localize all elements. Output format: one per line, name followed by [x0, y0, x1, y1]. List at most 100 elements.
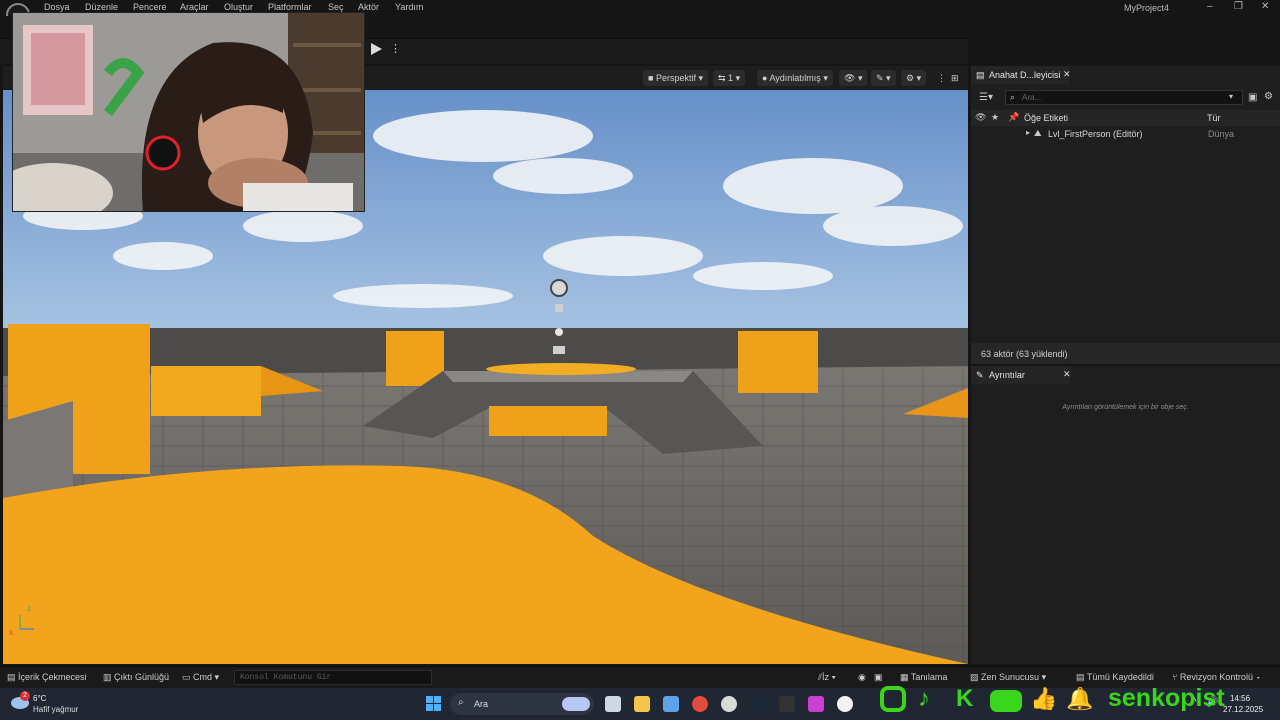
- clock-time[interactable]: 14:56: [1230, 694, 1250, 703]
- taskbar-search[interactable]: ⌕ Ara: [450, 693, 594, 715]
- outliner-close-icon[interactable]: ✕: [1063, 69, 1071, 80]
- weather-icon[interactable]: 2: [10, 691, 30, 711]
- zen-label: Zen Sunucusu: [981, 672, 1040, 682]
- webcam-image: [13, 13, 364, 211]
- table-row[interactable]: ▸ ⛰ Lvl_FirstPerson (Editör) Dünya: [971, 126, 1280, 141]
- instagram-icon: [880, 686, 906, 712]
- menu-dosya[interactable]: Dosya: [44, 2, 70, 12]
- search-placeholder: Ara...: [1022, 93, 1042, 102]
- console-input[interactable]: Konsol Komutunu Gir: [234, 670, 432, 685]
- cmd-label: Cmd: [193, 672, 213, 682]
- unreal-engine-icon[interactable]: [837, 696, 853, 712]
- perspective-dropdown[interactable]: ■ Perspektif ▾: [643, 70, 708, 86]
- epic-games-icon[interactable]: [779, 696, 795, 712]
- status-bar: ▤ İçerik Çekmecesi ▥ Çıktı Günlüğü ▭ Cmd…: [0, 666, 1280, 688]
- menu-araclar[interactable]: Araçlar: [180, 2, 209, 12]
- outliner-settings-icon[interactable]: ⚙: [1264, 91, 1273, 102]
- menu-platformlar[interactable]: Platformlar: [268, 2, 312, 12]
- github-icon[interactable]: [721, 696, 737, 712]
- more-options-icon[interactable]: ⋮: [390, 42, 401, 56]
- output-log-button[interactable]: ▥ Çıktı Günlüğü: [103, 672, 169, 683]
- revision-label: Revizyon Kontrolü: [1179, 672, 1253, 682]
- eye-icon: 👁: [844, 73, 856, 83]
- steam-icon[interactable]: [750, 696, 766, 712]
- expand-arrow-icon[interactable]: ▸: [1026, 128, 1030, 137]
- zen-icon: ▨: [970, 672, 982, 682]
- snap-dropdown[interactable]: ✎ ▾: [871, 70, 896, 86]
- details-empty-message: Ayrıntıları görüntülemek için bir obje s…: [1062, 404, 1189, 411]
- record-icon[interactable]: ◉: [858, 672, 866, 683]
- save-all-label: Tümü Kaydedildi: [1086, 672, 1154, 682]
- details-close-icon[interactable]: ✕: [1063, 369, 1071, 380]
- menu-pencere[interactable]: Pencere: [133, 2, 167, 12]
- speed-icon: ⇆: [718, 73, 729, 83]
- branch-icon: ⑂: [1172, 672, 1180, 682]
- search-highlight-icon: [562, 697, 590, 711]
- row-type: Dünya: [1208, 129, 1235, 139]
- axis-x-label: x: [9, 628, 13, 637]
- pen-icon: ✎: [876, 73, 884, 83]
- outliner-icon: ▤: [976, 70, 985, 80]
- outliner-panel: ▤ Anahat D...leyicisi ✕ ☰▾ ⌕ Ara... ▾ ▣ …: [971, 66, 1280, 364]
- menu-yardim[interactable]: Yardım: [395, 2, 423, 12]
- webcam-overlay: [12, 12, 365, 212]
- details-tab[interactable]: ✎ Ayrıntılar: [971, 366, 1071, 384]
- menu-aktor[interactable]: Aktör: [358, 2, 379, 12]
- menu-sec[interactable]: Seç: [328, 2, 344, 12]
- clock-date[interactable]: 27.12.2025: [1223, 705, 1263, 714]
- lighting-dropdown[interactable]: ● Aydınlatılmış ▾: [757, 70, 833, 86]
- tiktok-icon: ♪: [918, 685, 930, 712]
- star-icon[interactable]: ★: [991, 112, 999, 123]
- pencil-icon: ✎: [976, 370, 984, 380]
- world-icon: ⛰: [1034, 128, 1042, 138]
- show-dropdown[interactable]: 👁 ▾: [839, 70, 868, 86]
- outliner-search-input[interactable]: ⌕ Ara... ▾: [1005, 90, 1243, 105]
- column-item-label[interactable]: Öğe Etiketi: [1024, 113, 1068, 123]
- search-icon: ⌕: [1010, 92, 1016, 102]
- layout-grid-icon[interactable]: ⊞: [946, 70, 964, 86]
- visibility-icon[interactable]: 👁: [975, 112, 986, 123]
- actor-count: 63 aktör (63 yüklendi): [981, 349, 1068, 359]
- trace-dropdown[interactable]: ⫽İz ▾: [818, 672, 836, 683]
- weather-temp: 6°C: [33, 694, 47, 703]
- gear-icon: ⚙: [906, 73, 915, 83]
- derivation-button[interactable]: ▦ Tanılama: [900, 672, 947, 683]
- menu-olustur[interactable]: Oluştur: [224, 2, 253, 12]
- app-icon[interactable]: [808, 696, 824, 712]
- folder-icon[interactable]: ▣: [1248, 92, 1257, 103]
- save-icon: ▤: [1076, 672, 1087, 682]
- kick-icon: K: [956, 685, 974, 712]
- windows-start-icon[interactable]: [426, 696, 442, 712]
- content-drawer-button[interactable]: ▤ İçerik Çekmecesi: [7, 672, 87, 683]
- close-icon[interactable]: ✕: [1261, 1, 1269, 12]
- store-icon[interactable]: [663, 696, 679, 712]
- task-view-icon[interactable]: [605, 696, 621, 712]
- youtube-icon: [990, 690, 1022, 712]
- screenshot-icon[interactable]: ▣: [874, 672, 883, 683]
- maximize-icon[interactable]: ❐: [1234, 1, 1243, 12]
- revision-dropdown[interactable]: ⑂ Revizyon Kontrolü ▾: [1172, 672, 1261, 682]
- search-icon: ⌕: [458, 697, 464, 708]
- chrome-icon[interactable]: [692, 696, 708, 712]
- drawer-icon: ▤: [7, 672, 19, 682]
- axis-z-label: z: [27, 604, 31, 613]
- camera-icon: ■: [648, 73, 656, 83]
- outliner-tab-label: Anahat D...leyicisi: [989, 70, 1061, 80]
- pin-icon[interactable]: 📌: [1008, 112, 1019, 123]
- outliner-tab[interactable]: ▤ Anahat D...leyicisi: [971, 66, 1069, 84]
- outliner-footer: 63 aktör (63 yüklendi): [971, 343, 1280, 364]
- cmd-dropdown[interactable]: ▭ Cmd ▾: [182, 672, 219, 683]
- camera-speed-dropdown[interactable]: ⇆ 1 ▾: [713, 70, 746, 86]
- file-explorer-icon[interactable]: [634, 696, 650, 712]
- filter-icon[interactable]: ☰▾: [979, 92, 993, 103]
- lighting-label: Aydınlatılmış: [769, 73, 821, 83]
- zen-dropdown[interactable]: ▨ Zen Sunucusu ▾: [970, 672, 1046, 683]
- minimize-icon[interactable]: –: [1207, 1, 1213, 12]
- axis-gizmo-icon: [19, 615, 34, 630]
- play-icon[interactable]: [369, 42, 383, 56]
- settings-dropdown[interactable]: ⚙ ▾: [901, 70, 927, 86]
- taskbar-search-label: Ara: [474, 699, 489, 709]
- menu-duzenle[interactable]: Düzenle: [85, 2, 118, 12]
- save-all-button[interactable]: ▤ Tümü Kaydedildi: [1076, 672, 1154, 683]
- column-type[interactable]: Tür: [1207, 113, 1221, 123]
